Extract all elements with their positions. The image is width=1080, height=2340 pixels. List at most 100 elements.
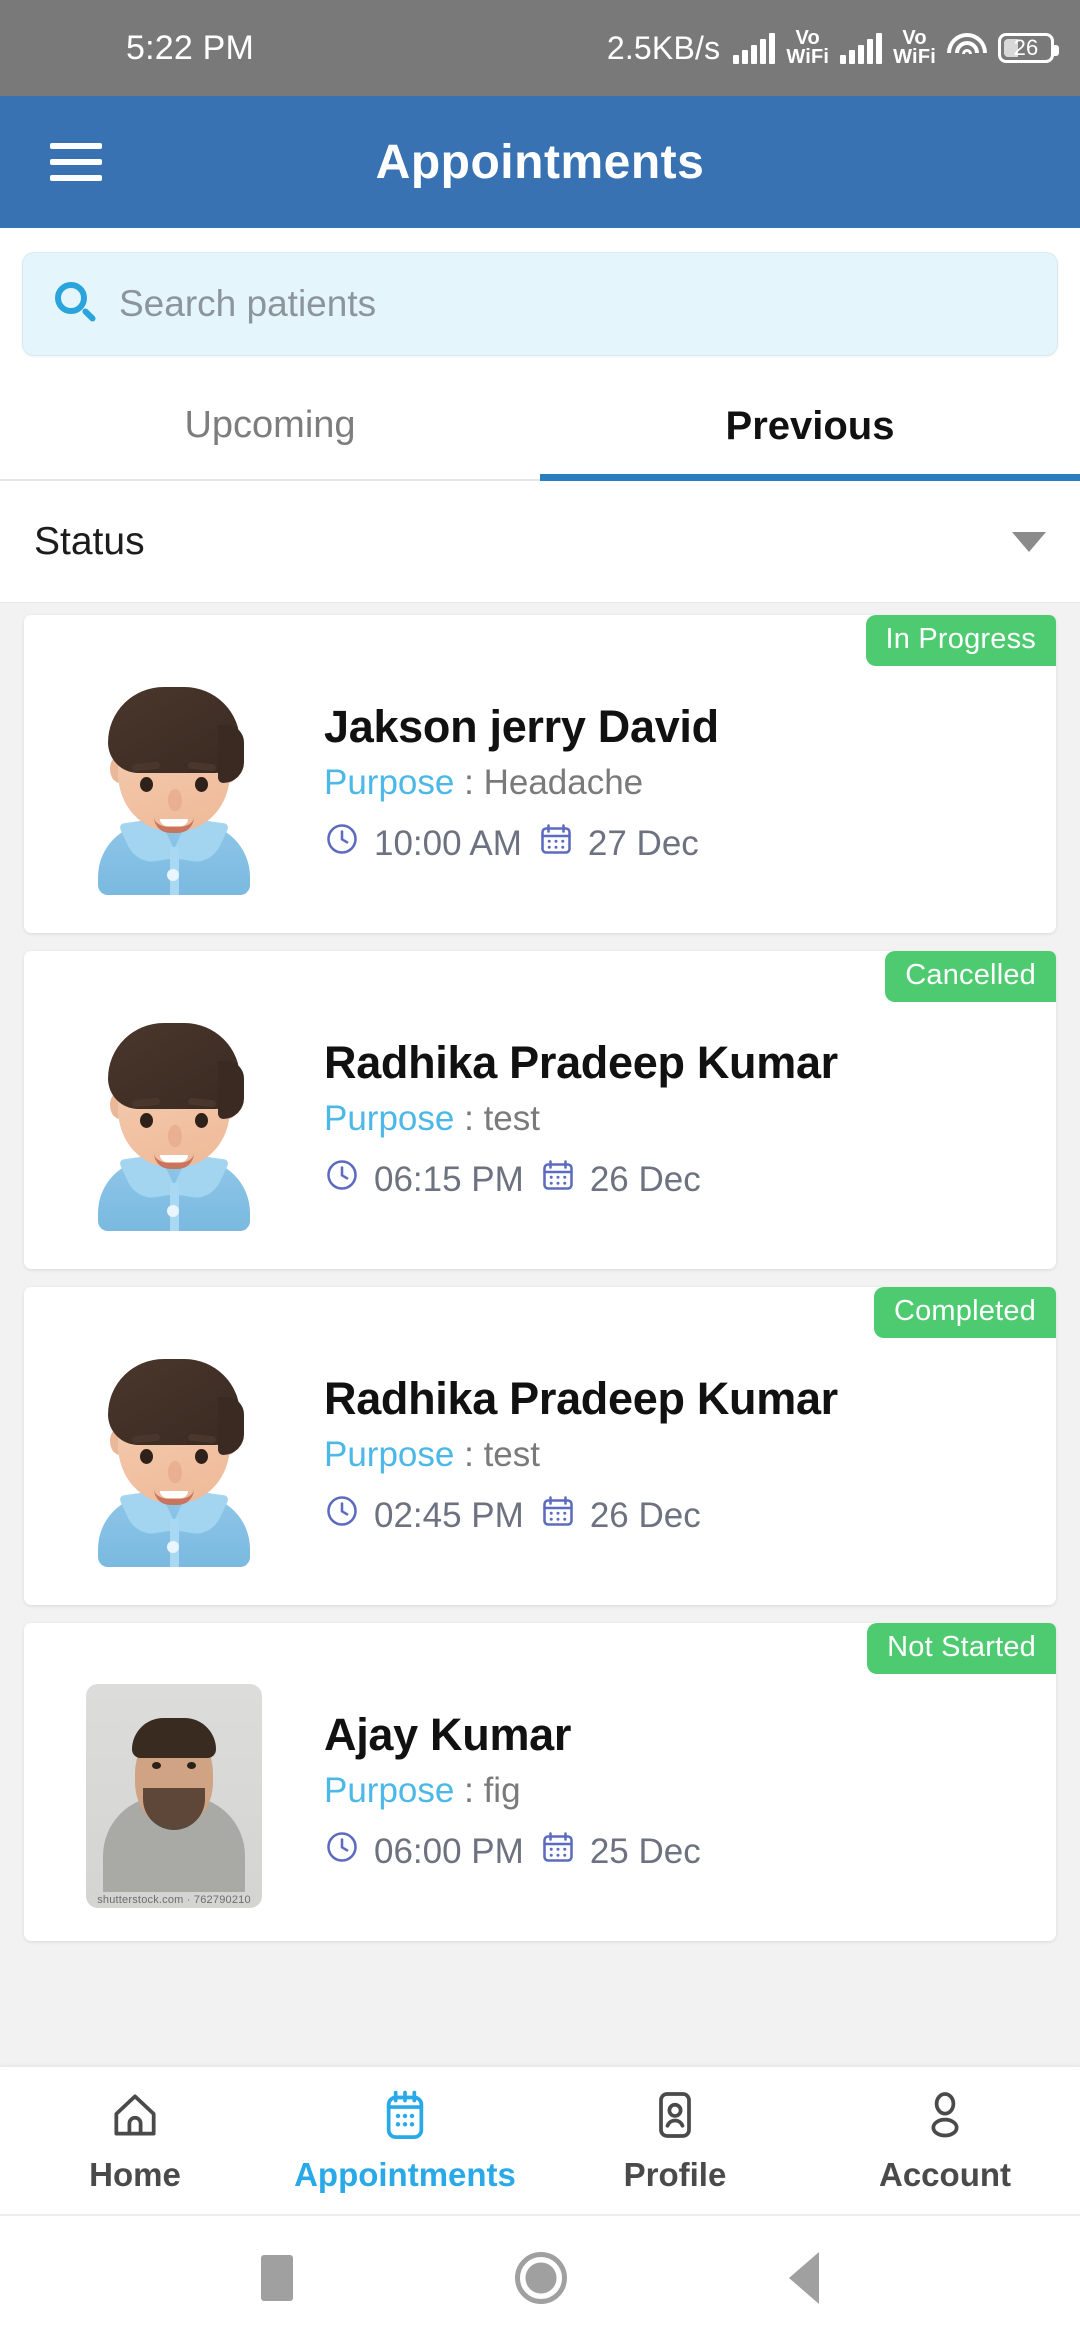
date-group: 26 Dec (540, 1493, 701, 1538)
patient-name: Jakson jerry David (324, 700, 719, 752)
nav-label-account: Account (879, 2156, 1011, 2193)
status-filter-label: Status (34, 519, 145, 563)
tab-upcoming[interactable]: Upcoming (0, 378, 540, 479)
appointment-meta: 10:00 AM 27 Dec (324, 821, 1030, 866)
appointment-date: 26 Dec (589, 1159, 701, 1199)
hamburger-menu-icon[interactable] (50, 143, 102, 181)
status-filter-dropdown[interactable]: Status (0, 481, 1080, 603)
nav-item-home[interactable]: Home (0, 2087, 270, 2194)
calendar-icon (540, 1829, 576, 1874)
page-title: Appointments (375, 135, 705, 189)
date-group: 27 Dec (538, 821, 699, 866)
purpose-label: Purpose (324, 1771, 455, 1811)
status-badge: Cancelled (885, 951, 1056, 1002)
purpose-row: Purpose : fig (324, 1771, 1030, 1811)
signal-bars-icon-2 (840, 32, 883, 64)
purpose-separator: : (464, 1099, 474, 1139)
status-bar-icons: 2.5KB/s Vo WiFi Vo WiFi 26 (606, 28, 1059, 68)
photo-avatar: shutterstock.com · 762790210 (86, 1684, 262, 1908)
purpose-separator: : (464, 1771, 474, 1811)
appointment-meta: 06:15 PM 26 Dec (324, 1157, 1030, 1202)
signal-bars-icon-1 (733, 32, 776, 64)
appointment-time: 06:15 PM (374, 1159, 524, 1199)
purpose-row: Purpose : Headache (324, 763, 1030, 803)
search-input[interactable]: Search patients (22, 252, 1058, 356)
volte-wifi-label-1: Vo WiFi (786, 28, 830, 68)
purpose-value: test (483, 1099, 540, 1139)
nav-item-account[interactable]: Account (810, 2087, 1080, 2194)
cartoon-avatar-icon (76, 1353, 272, 1567)
top-controls: Search patients Upcoming Previous Status (0, 228, 1080, 603)
status-badge: Completed (873, 1287, 1056, 1338)
cartoon-avatar-icon (76, 1017, 272, 1231)
search-container: Search patients (0, 228, 1080, 378)
patient-name: Radhika Pradeep Kumar (324, 1372, 838, 1424)
clock-icon (324, 1157, 360, 1202)
home-icon (107, 2087, 163, 2148)
clock-icon (324, 1493, 360, 1538)
date-group: 25 Dec (540, 1829, 701, 1874)
purpose-label: Purpose (324, 763, 455, 803)
appointment-meta: 06:00 PM 25 Dec (324, 1829, 1030, 1874)
appointment-card[interactable]: Completed Radhika Pradeep Kumar Purpose (24, 1287, 1056, 1605)
person-icon (917, 2087, 973, 2148)
appointment-card[interactable]: In Progress Jakson jerry David Purpose:… (24, 615, 1056, 933)
purpose-value: Headache (483, 763, 644, 803)
volte-wifi-label-2: Vo WiFi (893, 28, 936, 68)
nav-item-profile[interactable]: Profile (540, 2087, 810, 2194)
purpose-value: fig (483, 1771, 521, 1811)
calendar-icon (377, 2087, 433, 2148)
status-bar-clock: 5:22 PM (126, 28, 255, 67)
purpose-value: test (483, 1435, 540, 1475)
appointment-meta: 02:45 PM 26 Dec (324, 1493, 1030, 1538)
purpose-label: Purpose (324, 1435, 455, 1475)
appointment-date: 25 Dec (589, 1831, 701, 1871)
nav-label-profile: Profile (623, 2156, 727, 2193)
purpose-row: Purpose : test (324, 1435, 1030, 1475)
appointment-card[interactable]: Not Started shutterstock.com · 762790210… (24, 1623, 1056, 1941)
appointment-time: 10:00 AM (374, 823, 522, 863)
calendar-icon (540, 1493, 576, 1538)
calendar-icon (538, 821, 574, 866)
status-bar: 5:22 PM 2.5KB/s Vo WiFi Vo WiFi 26 (0, 0, 1080, 96)
appointment-date: 26 Dec (589, 1495, 701, 1535)
cartoon-avatar-icon (76, 681, 272, 895)
volte-bottom-2: WiFi (893, 46, 936, 68)
tab-previous[interactable]: Previous (540, 378, 1080, 481)
volte-bottom-1: WiFi (786, 46, 830, 68)
patient-name: Radhika Pradeep Kumar (324, 1036, 838, 1088)
appointment-date: 27 Dec (587, 823, 699, 863)
clock-icon (324, 1829, 360, 1874)
appointment-time: 06:00 PM (374, 1831, 524, 1871)
appointment-card[interactable]: Cancelled Radhika Pradeep Kumar Purpose (24, 951, 1056, 1269)
home-circle-icon[interactable] (515, 2252, 567, 2304)
avatar: shutterstock.com · 762790210 (24, 1650, 324, 1908)
appointment-details: Radhika Pradeep Kumar Purpose : test 06:… (324, 1012, 1056, 1203)
avatar (24, 1319, 324, 1567)
appointment-details: Radhika Pradeep Kumar Purpose : test 02:… (324, 1348, 1056, 1539)
status-badge: In Progress (865, 615, 1056, 666)
back-triangle-icon[interactable] (789, 2252, 819, 2304)
id-card-icon (647, 2087, 703, 2148)
purpose-separator: : (464, 763, 474, 803)
appointment-details: Jakson jerry David Purpose : Headache 10… (324, 676, 1056, 867)
nav-item-appointments[interactable]: Appointments (270, 2087, 540, 2194)
purpose-row: Purpose : test (324, 1099, 1030, 1139)
time-group: 06:15 PM (324, 1157, 524, 1202)
status-badge: Not Started (867, 1623, 1056, 1674)
time-group: 02:45 PM (324, 1493, 524, 1538)
tab-bar: Upcoming Previous (0, 378, 1080, 481)
bottom-navigation: Home Appointments Profile Account (0, 2066, 1080, 2214)
network-speed-text: 2.5KB/s (606, 29, 721, 66)
avatar-watermark: shutterstock.com · 762790210 (97, 1894, 251, 1906)
recents-square-icon[interactable] (261, 2255, 293, 2301)
purpose-separator: : (464, 1435, 474, 1475)
nav-label-home: Home (89, 2156, 181, 2193)
appointment-time: 02:45 PM (374, 1495, 524, 1535)
battery-icon: 26 (998, 33, 1059, 63)
appointment-list[interactable]: In Progress Jakson jerry David Purpose:… (0, 603, 1080, 2066)
nav-label-appointments: Appointments (294, 2156, 516, 2193)
appointment-details: Ajay Kumar Purpose : fig 06:00 PM 25 Dec (324, 1684, 1056, 1875)
clock-icon (324, 821, 360, 866)
android-navigation-bar (0, 2214, 1080, 2340)
